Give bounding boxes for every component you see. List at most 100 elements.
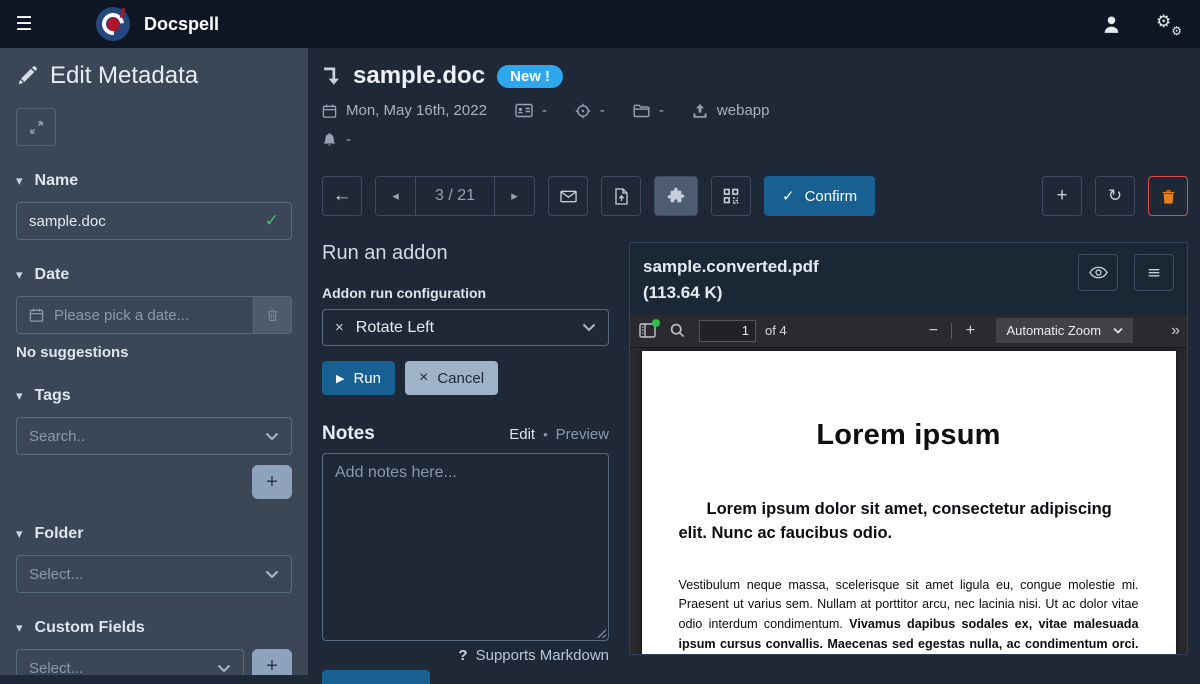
pdf-sidebar-toggle-button[interactable] bbox=[639, 323, 656, 338]
caret-down-icon: ▾ bbox=[16, 620, 23, 636]
chevron-down-icon bbox=[265, 432, 279, 441]
item-toolbar: ← ◂ 3 / 21 ▸ ✓ Confirm + ↻ bbox=[322, 176, 1188, 216]
section-header-name[interactable]: ▾ Name bbox=[16, 172, 292, 190]
user-icon[interactable] bbox=[1101, 14, 1122, 35]
date-input[interactable] bbox=[54, 307, 243, 324]
back-button[interactable]: ← bbox=[322, 176, 362, 216]
section-header-date[interactable]: ▾ Date bbox=[16, 266, 292, 284]
clear-selection-icon[interactable]: × bbox=[335, 319, 344, 336]
trash-icon bbox=[1161, 188, 1176, 205]
hamburger-menu-icon[interactable]: ☰ bbox=[0, 13, 48, 36]
pdf-find-button[interactable] bbox=[670, 323, 685, 338]
folder-value[interactable]: - bbox=[659, 102, 664, 119]
next-item-button[interactable]: ▸ bbox=[495, 177, 534, 215]
name-section-label: Name bbox=[35, 172, 79, 190]
chevron-down-icon bbox=[1113, 327, 1123, 334]
save-notes-button[interactable] bbox=[322, 670, 430, 684]
attachment-panel: sample.converted.pdf (113.64 K) ≡ bbox=[629, 242, 1188, 655]
delete-button[interactable] bbox=[1148, 176, 1188, 216]
preview-toggle-button[interactable] bbox=[1078, 254, 1118, 291]
close-icon: × bbox=[419, 369, 428, 387]
addon-config-dropdown[interactable]: × Rotate Left bbox=[322, 309, 609, 346]
notes-textarea[interactable] bbox=[323, 454, 608, 640]
zoom-in-button[interactable]: + bbox=[956, 322, 984, 340]
due-date-value[interactable]: - bbox=[346, 131, 351, 148]
id-card-icon bbox=[515, 103, 533, 118]
mail-button[interactable] bbox=[548, 176, 588, 216]
arrow-left-icon: ← bbox=[333, 185, 352, 207]
add-tag-button[interactable]: + bbox=[252, 465, 292, 499]
folder-section-label: Folder bbox=[35, 525, 84, 543]
concerning-value[interactable]: - bbox=[600, 102, 605, 119]
tags-dropdown[interactable]: Search.. bbox=[16, 417, 292, 455]
notes-preview-link[interactable]: Preview bbox=[556, 426, 609, 443]
name-input[interactable] bbox=[29, 213, 265, 230]
add-custom-field-button[interactable]: + bbox=[252, 649, 292, 675]
expand-arrows-icon bbox=[29, 120, 44, 135]
calendar-icon bbox=[29, 307, 44, 323]
file-upload-icon bbox=[615, 188, 628, 205]
folder-dropdown[interactable]: Select... bbox=[16, 555, 292, 593]
app-title: Docspell bbox=[144, 14, 219, 35]
pencil-icon bbox=[16, 65, 38, 87]
pdfjs-toolbar: of 4 − + Automatic Zoom » bbox=[630, 315, 1187, 348]
addon-button[interactable] bbox=[654, 176, 698, 216]
pagination-label: 3 / 21 bbox=[415, 177, 495, 215]
reprocess-button[interactable]: ↻ bbox=[1095, 176, 1135, 216]
markdown-help-link[interactable]: ? Supports Markdown bbox=[322, 647, 609, 664]
cancel-addon-button[interactable]: × Cancel bbox=[405, 361, 498, 395]
qr-code-button[interactable] bbox=[711, 176, 751, 216]
puzzle-icon bbox=[667, 187, 685, 205]
folder-placeholder: Select... bbox=[29, 566, 83, 583]
envelope-icon bbox=[560, 190, 577, 203]
addon-selected-value: Rotate Left bbox=[356, 319, 582, 337]
section-header-custom-fields[interactable]: ▾ Custom Fields bbox=[16, 619, 292, 637]
document-title: sample.doc bbox=[353, 62, 485, 90]
pdf-doc-title: Lorem ipsum bbox=[679, 419, 1139, 452]
tags-placeholder: Search.. bbox=[29, 428, 85, 445]
valid-check-icon: ✓ bbox=[265, 211, 279, 231]
correspondent-value[interactable]: - bbox=[542, 102, 547, 119]
attach-file-button[interactable] bbox=[601, 176, 641, 216]
pdf-page: Lorem ipsum Lorem ipsum dolor sit amet, … bbox=[642, 351, 1176, 654]
pdf-page-input[interactable] bbox=[699, 320, 756, 342]
date-section-label: Date bbox=[35, 266, 70, 284]
caret-down-icon: ▾ bbox=[16, 173, 23, 189]
custom-fields-placeholder: Select... bbox=[29, 660, 83, 676]
menu-bars-icon: ≡ bbox=[1147, 263, 1161, 283]
sidebar-header: Edit Metadata bbox=[16, 62, 292, 90]
play-icon: ▶ bbox=[336, 372, 344, 385]
clear-date-button[interactable] bbox=[253, 297, 291, 333]
name-field: ✓ bbox=[16, 202, 292, 240]
notes-edit-link[interactable]: Edit bbox=[509, 426, 535, 443]
expand-sidebar-button[interactable] bbox=[16, 108, 56, 146]
confirm-button[interactable]: ✓ Confirm bbox=[764, 176, 875, 216]
zoom-level-select[interactable]: Automatic Zoom bbox=[996, 318, 1133, 343]
dot-separator: • bbox=[543, 427, 548, 442]
top-navbar: ☰ Docspell ⚙⚙ bbox=[0, 0, 1200, 48]
date-field bbox=[16, 296, 292, 334]
prev-item-button[interactable]: ◂ bbox=[376, 177, 415, 215]
plus-icon: + bbox=[1056, 185, 1067, 207]
attachment-menu-button[interactable]: ≡ bbox=[1134, 254, 1174, 291]
run-addon-button[interactable]: ▶ Run bbox=[322, 361, 395, 395]
notes-heading: Notes bbox=[322, 423, 509, 445]
zoom-out-button[interactable]: − bbox=[919, 322, 947, 340]
pdf-viewport[interactable]: Lorem ipsum Lorem ipsum dolor sit amet, … bbox=[630, 348, 1187, 654]
settings-cogs-icon[interactable]: ⚙⚙ bbox=[1156, 12, 1182, 36]
redo-icon: ↻ bbox=[1108, 186, 1122, 206]
section-header-tags[interactable]: ▾ Tags bbox=[16, 387, 292, 405]
pdf-lead-paragraph: Lorem ipsum dolor sit amet, consectetur … bbox=[679, 498, 1139, 546]
source-value[interactable]: webapp bbox=[717, 102, 770, 119]
caret-down-icon: ▾ bbox=[16, 388, 23, 404]
new-badge[interactable]: New ! bbox=[497, 65, 563, 88]
level-down-icon bbox=[322, 65, 341, 87]
custom-fields-dropdown[interactable]: Select... bbox=[16, 649, 244, 675]
add-item-button[interactable]: + bbox=[1042, 176, 1082, 216]
chevron-down-icon bbox=[582, 323, 596, 332]
eye-icon bbox=[1089, 266, 1108, 279]
chevron-down-icon bbox=[217, 664, 231, 673]
pdf-toolbar-more-button[interactable]: » bbox=[1171, 322, 1178, 340]
section-header-folder[interactable]: ▾ Folder bbox=[16, 525, 292, 543]
item-date[interactable]: Mon, May 16th, 2022 bbox=[346, 102, 487, 119]
